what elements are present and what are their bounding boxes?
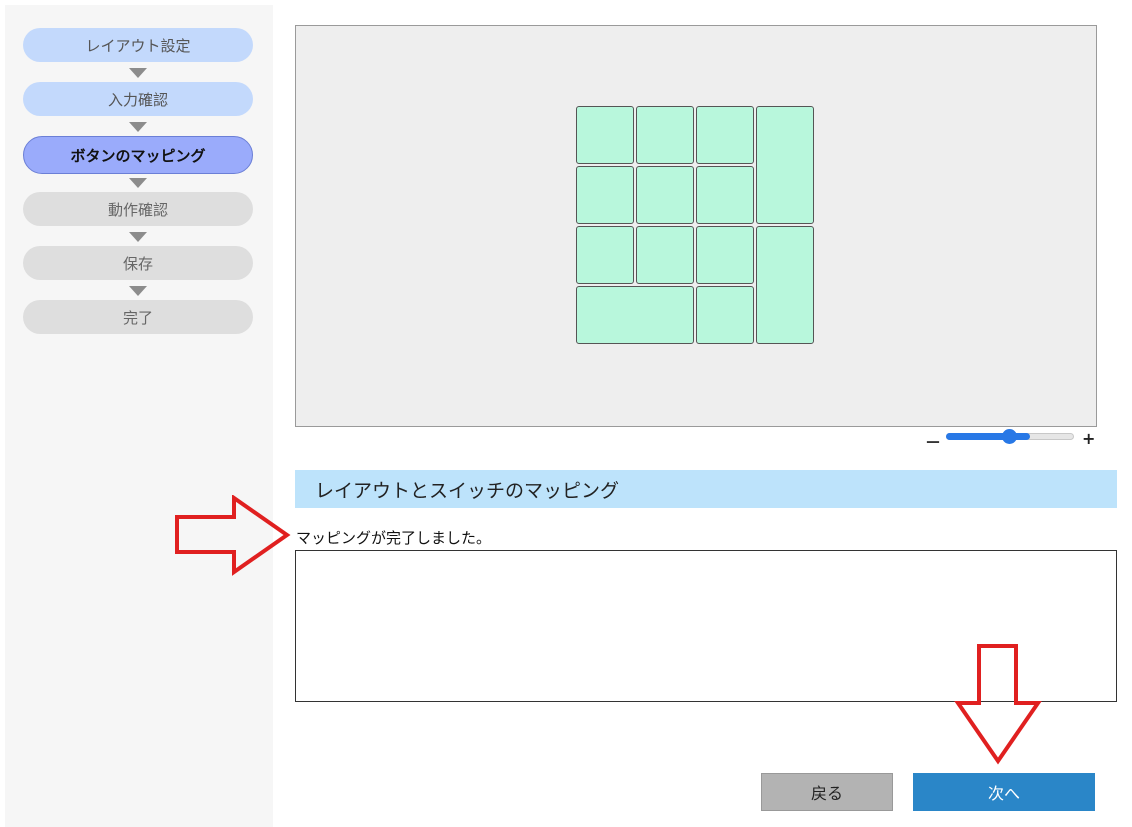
next-button-label: 次へ (987, 784, 1020, 803)
key[interactable] (576, 106, 634, 164)
key[interactable] (576, 226, 634, 284)
annotation-arrow-right-icon (175, 495, 291, 576)
step-operation-check[interactable]: 動作確認 (23, 192, 253, 226)
key[interactable] (576, 166, 634, 224)
key[interactable] (696, 166, 754, 224)
status-message: マッピングが完了しました。 (296, 529, 492, 547)
key[interactable] (696, 106, 754, 164)
step-input-check[interactable]: 入力確認 (23, 82, 253, 116)
key[interactable] (636, 226, 694, 284)
layout-preview (295, 25, 1097, 427)
step-label: 入力確認 (107, 90, 168, 109)
zoom-out-button[interactable]: － (925, 429, 941, 453)
zoom-control: － + (922, 427, 1097, 452)
section-header: レイアウトとスイッチのマッピング (295, 470, 1117, 508)
step-label: 保存 (122, 254, 153, 273)
key[interactable] (696, 286, 754, 344)
annotation-arrow-down-icon (954, 644, 1042, 765)
step-arrow-icon (129, 232, 147, 242)
key[interactable] (636, 166, 694, 224)
key[interactable] (576, 286, 694, 344)
step-label: レイアウト設定 (85, 36, 191, 55)
zoom-in-button[interactable]: + (1082, 429, 1095, 448)
step-arrow-icon (129, 122, 147, 132)
key[interactable] (636, 106, 694, 164)
wizard-sidebar: レイアウト設定 入力確認 ボタンのマッピング 動作確認 保存 完了 (5, 5, 273, 827)
step-layout-settings[interactable]: レイアウト設定 (23, 28, 253, 62)
step-complete[interactable]: 完了 (23, 300, 253, 334)
key[interactable] (756, 226, 814, 344)
step-save[interactable]: 保存 (23, 246, 253, 280)
step-arrow-icon (129, 178, 147, 188)
step-label: ボタンのマッピング (70, 146, 206, 165)
back-button[interactable]: 戻る (761, 773, 893, 811)
step-arrow-icon (129, 286, 147, 296)
step-button-mapping[interactable]: ボタンのマッピング (23, 136, 253, 174)
step-label: 動作確認 (107, 200, 168, 219)
step-arrow-icon (129, 68, 147, 78)
zoom-slider-fill (946, 433, 1030, 440)
zoom-slider-thumb[interactable] (1002, 429, 1017, 444)
next-button[interactable]: 次へ (913, 773, 1095, 811)
key[interactable] (756, 106, 814, 224)
key[interactable] (696, 226, 754, 284)
section-title: レイアウトとスイッチのマッピング (315, 479, 620, 502)
step-label: 完了 (122, 308, 153, 327)
back-button-label: 戻る (810, 784, 843, 803)
